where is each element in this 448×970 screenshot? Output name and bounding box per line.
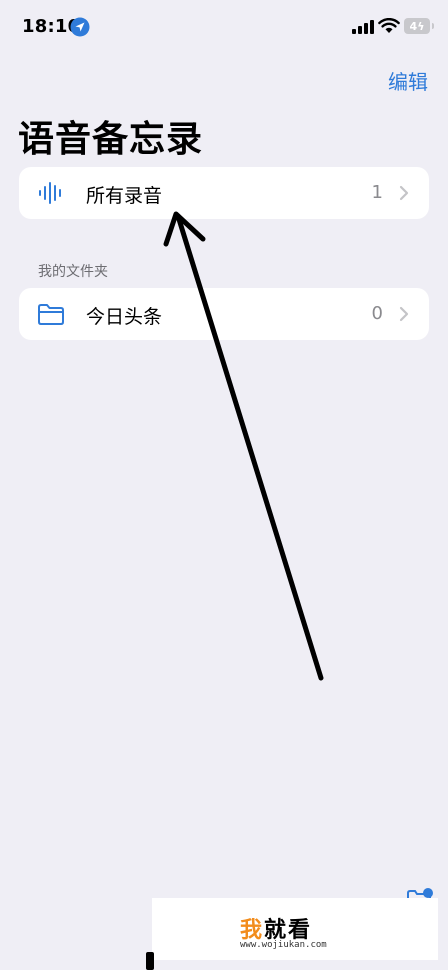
waveform-icon (39, 182, 61, 204)
location-arrow-icon (70, 17, 90, 37)
watermark: 我就看 www.wojiukan.com (152, 898, 438, 960)
folder-count: 0 (371, 303, 383, 324)
wifi-icon (378, 18, 400, 33)
folder-row[interactable]: 今日头条 0 (19, 288, 429, 340)
all-recordings-row[interactable]: 所有录音 1 (19, 167, 429, 219)
folder-icon (38, 304, 64, 325)
battery-indicator: 4ϟ (404, 18, 434, 34)
folder-label: 今日头条 (86, 306, 163, 328)
status-bar: 18:10 4ϟ (0, 0, 448, 56)
battery-level: 4 (409, 19, 418, 33)
all-recordings-count: 1 (371, 182, 383, 203)
all-recordings-label: 所有录音 (86, 185, 163, 207)
chevron-right-icon (399, 306, 409, 322)
cellular-signal-icon (352, 20, 374, 34)
edit-button[interactable]: 编辑 (388, 66, 428, 95)
charging-bolt-icon: ϟ (417, 19, 425, 33)
watermark-url: www.wojiukan.com (240, 940, 327, 950)
chevron-right-icon (399, 185, 409, 201)
home-indicator-fragment (146, 952, 154, 970)
page-title: 语音备忘录 (18, 119, 204, 160)
my-folders-header: 我的文件夹 (38, 264, 108, 280)
